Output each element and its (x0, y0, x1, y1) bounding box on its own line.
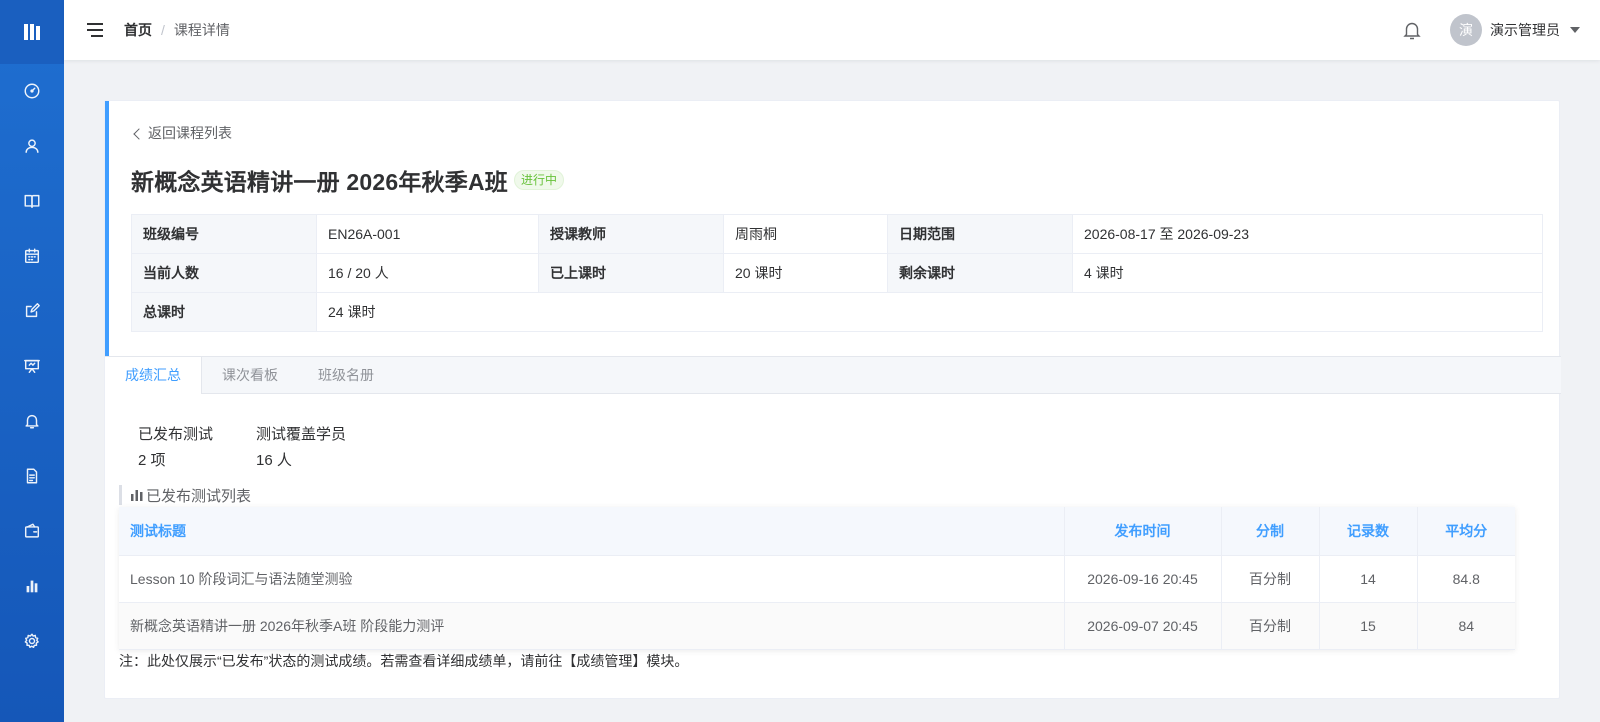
book-icon[interactable] (0, 181, 64, 221)
info-label: 剩余课时 (887, 253, 1073, 293)
stat-covered-students: 测试覆盖学员 16 人 (256, 423, 346, 470)
tab-score-summary[interactable]: 成绩汇总 (105, 357, 202, 394)
sidebar (0, 0, 64, 722)
test-title-cell: Lesson 10 阶段词汇与语法随堂测验 (119, 555, 1065, 603)
gear-icon[interactable] (0, 621, 64, 661)
section-title: 已发布测试列表 (119, 485, 251, 505)
presentation-icon[interactable] (0, 346, 64, 386)
column-header[interactable]: 分制 (1221, 507, 1320, 556)
info-value: 20 课时 (723, 253, 888, 293)
breadcrumb-current: 课程详情 (173, 22, 230, 38)
bell-icon[interactable] (0, 401, 64, 441)
edit-icon[interactable] (0, 291, 64, 331)
publish-time-cell: 2026-09-07 20:45 (1064, 602, 1222, 650)
column-header[interactable]: 平均分 (1417, 507, 1515, 556)
app-logo-icon[interactable] (0, 0, 64, 64)
column-header[interactable]: 记录数 (1319, 507, 1418, 556)
column-header[interactable]: 发布时间 (1064, 507, 1222, 556)
score-system-cell: 百分制 (1221, 602, 1320, 650)
course-detail-card: 返回课程列表 新概念英语精讲一册 2026年秋季A班 进行中 班级编号 EN26… (104, 100, 1561, 699)
calendar-icon[interactable] (0, 236, 64, 276)
tab-lesson-board[interactable]: 课次看板 (202, 357, 298, 394)
back-to-course-list-link[interactable]: 返回课程列表 (133, 123, 232, 143)
footnote: 注：此处仅展示“已发布”状态的测试成绩。若需查看详细成绩单，请前往【成绩管理】模… (119, 653, 689, 669)
breadcrumb-separator: / (161, 22, 165, 38)
info-label: 日期范围 (887, 214, 1073, 254)
info-value: 16 / 20 人 (316, 253, 539, 293)
user-icon[interactable] (0, 126, 64, 166)
info-label: 当前人数 (131, 253, 317, 293)
tab-bar: 成绩汇总 课次看板 班级名册 (105, 356, 1561, 394)
info-value: EN26A-001 (316, 214, 539, 254)
column-header[interactable]: 测试标题 (119, 507, 1065, 556)
info-value: 周雨桐 (723, 214, 888, 254)
user-name[interactable]: 演示管理员 (1490, 20, 1560, 40)
publish-time-cell: 2026-09-16 20:45 (1064, 555, 1222, 603)
avatar[interactable]: 演 (1450, 14, 1482, 46)
chevron-left-icon (133, 127, 145, 140)
section-title-label: 已发布测试列表 (146, 487, 252, 505)
info-label: 授课教师 (538, 214, 724, 254)
dashboard-icon[interactable] (0, 71, 64, 111)
average-score-cell: 84.8 (1417, 555, 1515, 603)
breadcrumb-home[interactable]: 首页 (124, 20, 152, 40)
stat-published-tests: 已发布测试 2 项 (138, 423, 213, 470)
score-system-cell: 百分制 (1221, 555, 1320, 603)
info-value: 24 课时 (316, 292, 1543, 332)
test-title-cell: 新概念英语精讲一册 2026年秋季A班 阶段能力测评 (119, 602, 1065, 650)
stat-value: 16 人 (256, 452, 292, 469)
status-badge: 进行中 (513, 170, 564, 190)
stat-label: 测试覆盖学员 (256, 426, 347, 443)
course-title: 新概念英语精讲一册 2026年秋季A班 (131, 169, 508, 195)
info-value: 4 课时 (1072, 253, 1543, 293)
back-link-label: 返回课程列表 (148, 125, 232, 141)
tab-class-roster[interactable]: 班级名册 (298, 357, 394, 394)
wallet-icon[interactable] (0, 511, 64, 551)
table-row[interactable]: 新概念英语精讲一册 2026年秋季A班 阶段能力测评 2026-09-07 20… (119, 602, 1515, 650)
info-label: 总课时 (131, 292, 317, 332)
menu-toggle-icon[interactable] (86, 21, 104, 39)
course-summary: 返回课程列表 新概念英语精讲一册 2026年秋季A班 进行中 班级编号 EN26… (105, 101, 1561, 356)
record-count-cell: 15 (1319, 602, 1418, 650)
bar-chart-icon (131, 490, 143, 501)
record-count-cell: 14 (1319, 555, 1418, 603)
top-header: 首页 / 课程详情 演 演示管理员 (64, 0, 1600, 60)
bar-chart-icon[interactable] (0, 566, 64, 606)
breadcrumb: 首页 / 课程详情 (124, 20, 230, 40)
stat-value: 2 项 (138, 452, 166, 469)
info-label: 班级编号 (131, 214, 317, 254)
stat-label: 已发布测试 (138, 426, 214, 443)
document-icon[interactable] (0, 456, 64, 496)
notification-bell-icon[interactable] (1402, 20, 1422, 40)
table-row[interactable]: Lesson 10 阶段词汇与语法随堂测验 2026-09-16 20:45 百… (119, 555, 1515, 603)
chevron-down-icon[interactable] (1570, 27, 1580, 33)
course-info-table: 班级编号 EN26A-001 授课教师 周雨桐 日期范围 2026-08-17 … (131, 214, 1543, 332)
info-value: 2026-08-17 至 2026-09-23 (1072, 214, 1543, 254)
info-label: 已上课时 (538, 253, 724, 293)
average-score-cell: 84 (1417, 602, 1515, 650)
published-tests-table: 测试标题 发布时间 分制 记录数 平均分 Lesson 10 阶段词汇与语法随堂… (119, 507, 1515, 650)
